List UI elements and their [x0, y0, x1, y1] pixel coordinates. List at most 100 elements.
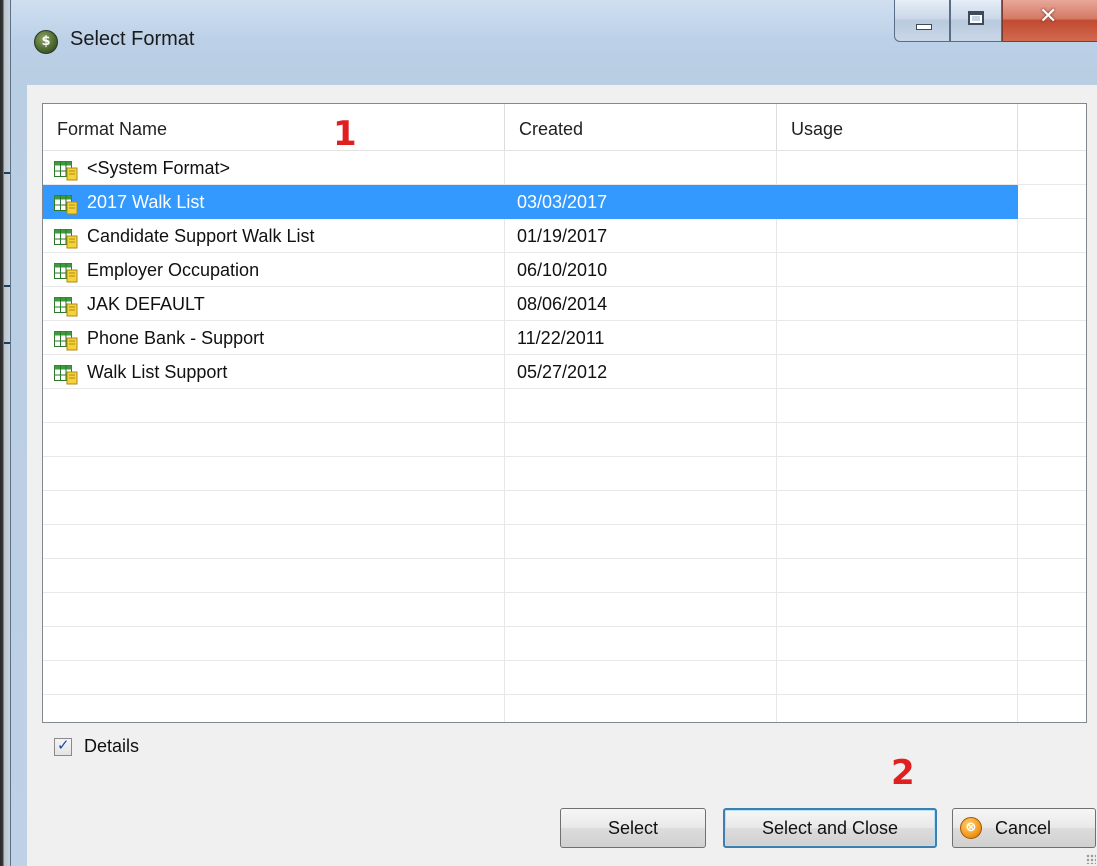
resize-grip[interactable]: [1086, 854, 1096, 864]
table-row[interactable]: Walk List Support 05/27/2012: [43, 355, 1086, 389]
cell-created: 01/19/2017: [505, 219, 777, 253]
cell-filler: [1018, 219, 1086, 253]
table-row[interactable]: <System Format>: [43, 151, 1086, 185]
cell-usage: [777, 695, 1018, 722]
cell-created: 06/10/2010: [505, 253, 777, 287]
select-format-dialog: $ Select Format ✕ Format Name Created Us…: [10, 0, 1097, 866]
table-row[interactable]: [43, 525, 1086, 559]
cell-format-name: [43, 627, 505, 661]
cell-created: [505, 151, 777, 185]
cell-filler: [1018, 525, 1086, 559]
cell-usage: [777, 321, 1018, 355]
cell-filler: [1018, 491, 1086, 525]
title-bar[interactable]: $ Select Format ✕: [11, 0, 1097, 84]
cell-filler: [1018, 423, 1086, 457]
table-row[interactable]: [43, 627, 1086, 661]
cell-format-name: Walk List Support: [43, 355, 505, 389]
table-grid-icon: [54, 362, 78, 385]
format-rows: <System Format> 2017 Walk List 03/03/2017 C…: [43, 151, 1086, 722]
table-row[interactable]: Employer Occupation 06/10/2010: [43, 253, 1086, 287]
cell-filler: [1018, 593, 1086, 627]
cell-format-name: [43, 559, 505, 593]
annotation-marker-1: 1: [333, 114, 357, 154]
table-grid-icon: [54, 158, 78, 181]
details-checkbox[interactable]: [54, 736, 72, 756]
table-row[interactable]: Candidate Support Walk List 01/19/2017: [43, 219, 1086, 253]
cell-created: [505, 423, 777, 457]
table-row[interactable]: [43, 559, 1086, 593]
cell-format-name: [43, 389, 505, 423]
cell-usage: [777, 457, 1018, 491]
cell-filler: [1018, 321, 1086, 355]
table-row[interactable]: [43, 389, 1086, 423]
app-globe-icon: $: [34, 30, 58, 54]
table-row[interactable]: 2017 Walk List 03/03/2017: [43, 185, 1086, 219]
maximize-icon: [968, 11, 984, 25]
cell-created: [505, 389, 777, 423]
cell-format-name: [43, 423, 505, 457]
minimize-button[interactable]: [894, 0, 950, 42]
select-button[interactable]: Select: [560, 808, 706, 848]
cell-usage: [777, 287, 1018, 321]
format-name-text: 2017 Walk List: [87, 192, 205, 212]
cell-format-name: Candidate Support Walk List: [43, 219, 505, 253]
cell-created: 05/27/2012: [505, 355, 777, 389]
dialog-title: Select Format: [70, 28, 195, 50]
cell-format-name: [43, 491, 505, 525]
cell-usage: [777, 253, 1018, 287]
column-header-created[interactable]: Created: [505, 104, 777, 150]
cell-created: [505, 457, 777, 491]
cell-filler: [1018, 695, 1086, 722]
cell-created: 03/03/2017: [505, 185, 777, 219]
table-row[interactable]: JAK DEFAULT 08/06/2014: [43, 287, 1086, 321]
column-header-format-name[interactable]: Format Name: [43, 104, 505, 150]
column-header-usage[interactable]: Usage: [777, 104, 1018, 150]
cell-format-name: [43, 661, 505, 695]
cell-usage: [777, 389, 1018, 423]
cell-usage: [777, 593, 1018, 627]
format-name-text: <System Format>: [87, 158, 231, 178]
cell-format-name: [43, 593, 505, 627]
cell-created: [505, 593, 777, 627]
table-row[interactable]: Phone Bank - Support 11/22/2011: [43, 321, 1086, 355]
cell-created: [505, 627, 777, 661]
cell-created: [505, 525, 777, 559]
format-list[interactable]: Format Name Created Usage <System Format…: [42, 103, 1087, 723]
maximize-button[interactable]: [950, 0, 1002, 42]
cell-filler: [1018, 559, 1086, 593]
cell-filler: [1018, 389, 1086, 423]
cell-created: [505, 661, 777, 695]
column-header-row: Format Name Created Usage: [43, 104, 1086, 151]
cell-filler: [1018, 151, 1086, 185]
table-grid-icon: [54, 294, 78, 317]
column-header-filler: [1018, 104, 1086, 150]
format-name-text: JAK DEFAULT: [87, 294, 205, 314]
cell-usage: [777, 491, 1018, 525]
cell-usage: [777, 219, 1018, 253]
cell-format-name: [43, 525, 505, 559]
table-row[interactable]: [43, 661, 1086, 695]
format-name-text: Walk List Support: [87, 362, 228, 382]
cell-filler: [1018, 287, 1086, 321]
cell-filler: [1018, 457, 1086, 491]
table-row[interactable]: [43, 457, 1086, 491]
cell-format-name: Phone Bank - Support: [43, 321, 505, 355]
cell-created: [505, 559, 777, 593]
table-row[interactable]: [43, 491, 1086, 525]
cell-usage: [777, 525, 1018, 559]
cell-usage: [777, 559, 1018, 593]
cell-format-name: JAK DEFAULT: [43, 287, 505, 321]
close-button[interactable]: ✕: [1002, 0, 1097, 42]
table-row[interactable]: [43, 423, 1086, 457]
table-row[interactable]: [43, 593, 1086, 627]
cancel-label: Cancel: [995, 818, 1052, 838]
annotation-marker-2: 2: [891, 753, 915, 793]
dialog-body: Format Name Created Usage <System Format…: [27, 85, 1097, 866]
cell-usage: [777, 661, 1018, 695]
cell-usage: [777, 185, 1018, 219]
cancel-button[interactable]: ⊗ Cancel: [952, 808, 1096, 848]
select-and-close-button[interactable]: Select and Close: [723, 808, 937, 848]
details-label: Details: [84, 736, 140, 756]
cell-usage: [777, 355, 1018, 389]
table-row[interactable]: [43, 695, 1086, 722]
